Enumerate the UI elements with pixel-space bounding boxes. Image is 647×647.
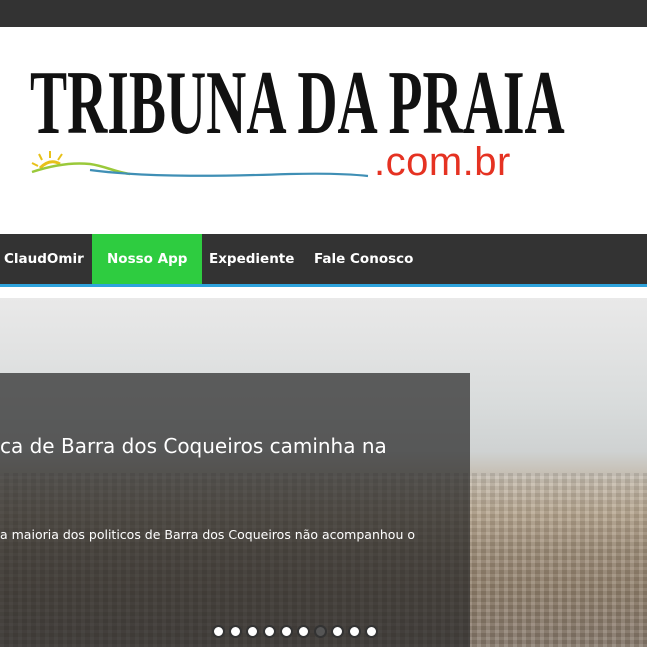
slider-dot[interactable] <box>212 625 225 638</box>
nav-item-expediente[interactable]: Expediente <box>194 234 309 284</box>
slide-excerpt: a maioria dos politicos de Barra dos Coq… <box>0 527 415 542</box>
site-logo[interactable]: TRIBUNA DA PRAIA .com.br <box>30 58 565 184</box>
main-nav: ClaudOmir Nosso App Expediente Fale Cono… <box>0 234 647 284</box>
nav-underline <box>0 284 647 287</box>
slider-dot[interactable] <box>348 625 361 638</box>
slide-title[interactable]: ca de Barra dos Coqueiros caminha na <box>0 432 470 460</box>
slider-dot[interactable] <box>229 625 242 638</box>
site-header: TRIBUNA DA PRAIA .com.br <box>0 27 647 234</box>
sun-shoreline-icon <box>31 151 369 178</box>
slide-caption <box>0 373 470 647</box>
slider-dot[interactable] <box>246 625 259 638</box>
featured-slider[interactable]: ca de Barra dos Coqueiros caminha na a m… <box>0 298 647 647</box>
slider-dot[interactable] <box>365 625 378 638</box>
top-bar <box>0 0 647 27</box>
nav-item-nosso-app[interactable]: Nosso App <box>92 234 203 284</box>
logo-title: TRIBUNA DA PRAIA <box>30 52 565 153</box>
slider-dot[interactable] <box>297 625 310 638</box>
slider-dot[interactable] <box>331 625 344 638</box>
slider-dot[interactable] <box>263 625 276 638</box>
nav-item-claudomir[interactable]: ClaudOmir <box>0 234 88 284</box>
slider-dot[interactable] <box>280 625 293 638</box>
logo-subtitle: .com.br <box>374 140 511 184</box>
nav-item-fale-conosco[interactable]: Fale Conosco <box>299 234 428 284</box>
slider-dot[interactable] <box>314 625 327 638</box>
